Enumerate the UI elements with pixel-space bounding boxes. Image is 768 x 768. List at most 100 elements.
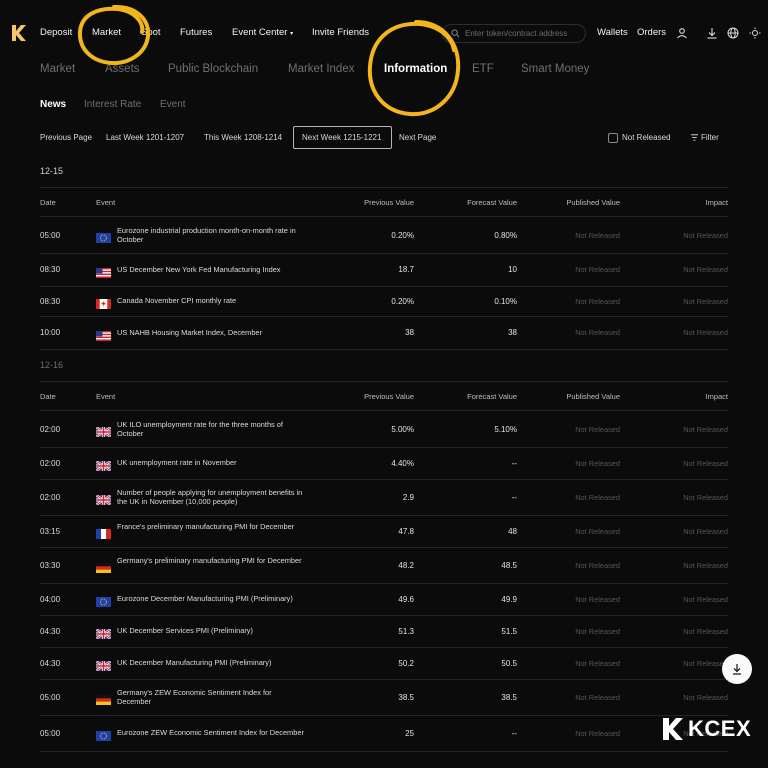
header-published-value: Published Value bbox=[566, 392, 620, 401]
forecast-value: 0.10% bbox=[494, 296, 517, 306]
event-time: 04:30 bbox=[40, 626, 61, 636]
header-impact: Impact bbox=[705, 392, 728, 401]
nav-market[interactable]: Market bbox=[92, 27, 121, 38]
uk-flag-icon bbox=[95, 658, 112, 672]
event-name[interactable]: UK ILO unemployment rate for the three m… bbox=[117, 420, 307, 439]
uk-flag-icon bbox=[95, 492, 112, 506]
event-time: 02:00 bbox=[40, 458, 61, 468]
previous-value: 0.20% bbox=[391, 296, 414, 306]
forecast-value: -- bbox=[511, 458, 517, 468]
header-event: Event bbox=[96, 392, 116, 401]
row-divider bbox=[40, 751, 728, 752]
previous-value: 50.2 bbox=[398, 658, 414, 668]
event-time: 05:00 bbox=[40, 728, 61, 738]
nav-wallets[interactable]: Wallets bbox=[597, 27, 628, 38]
filter-icon[interactable] bbox=[690, 133, 699, 142]
nav-invite-friends[interactable]: Invite Friends bbox=[312, 27, 369, 38]
header-impact: Impact bbox=[705, 198, 728, 207]
kcex-logo-icon[interactable] bbox=[11, 24, 27, 42]
not-released-checkbox[interactable] bbox=[608, 133, 618, 143]
row-divider bbox=[40, 615, 728, 616]
subtab-public-blockchain[interactable]: Public Blockchain bbox=[168, 63, 258, 75]
nav-orders[interactable]: Orders bbox=[637, 27, 666, 38]
event-name[interactable]: UK unemployment rate in November bbox=[117, 458, 307, 468]
user-icon[interactable] bbox=[676, 27, 688, 39]
row-divider bbox=[40, 715, 728, 716]
germany-flag-icon bbox=[96, 692, 111, 705]
next-week-button[interactable]: Next Week 1215-1221 bbox=[302, 133, 381, 142]
header-forecast-value: Forecast Value bbox=[467, 198, 517, 207]
event-name[interactable]: France's preliminary manufacturing PMI f… bbox=[117, 522, 307, 532]
subtab-assets[interactable]: Assets bbox=[105, 63, 140, 75]
impact-value: Not Released bbox=[683, 692, 728, 702]
eu-flag-icon bbox=[96, 728, 111, 741]
event-time: 08:30 bbox=[40, 296, 61, 306]
header-published-value: Published Value bbox=[566, 198, 620, 207]
impact-value: Not Released bbox=[683, 492, 728, 502]
us-flag-icon bbox=[96, 265, 111, 278]
impact-value: Not Released bbox=[683, 560, 728, 570]
published-value: Not Released bbox=[575, 458, 620, 468]
row-divider bbox=[40, 547, 728, 548]
impact-value: Not Released bbox=[683, 526, 728, 536]
event-name[interactable]: Eurozone industrial production month-on-… bbox=[117, 226, 307, 245]
france-flag-icon bbox=[96, 526, 111, 539]
event-name[interactable]: Eurozone December Manufacturing PMI (Pre… bbox=[117, 594, 307, 604]
theme-icon[interactable] bbox=[749, 27, 761, 39]
row-divider bbox=[40, 286, 728, 287]
date-group-label: 12-16 bbox=[40, 360, 64, 370]
top-navigation: Deposit Market Spot Futures Event Center… bbox=[0, 0, 768, 66]
forecast-value: -- bbox=[511, 492, 517, 502]
globe-icon[interactable] bbox=[727, 27, 739, 39]
forecast-value: 51.5 bbox=[501, 626, 517, 636]
event-name[interactable]: Eurozone ZEW Economic Sentiment Index fo… bbox=[117, 728, 307, 738]
search-icon bbox=[451, 29, 460, 38]
canada-flag-icon bbox=[96, 296, 111, 309]
subtab-smart-money[interactable]: Smart Money bbox=[521, 63, 589, 75]
previous-page-button[interactable]: Previous Page bbox=[40, 133, 92, 142]
tab-news[interactable]: News bbox=[40, 99, 66, 110]
impact-value: Not Released bbox=[683, 328, 728, 338]
published-value: Not Released bbox=[575, 526, 620, 536]
last-week-button[interactable]: Last Week 1201-1207 bbox=[106, 133, 184, 142]
event-name[interactable]: UK December Services PMI (Preliminary) bbox=[117, 626, 307, 636]
download-icon[interactable] bbox=[706, 27, 718, 39]
impact-value: Not Released bbox=[683, 230, 728, 240]
tab-event[interactable]: Event bbox=[160, 99, 186, 110]
row-divider bbox=[40, 447, 728, 448]
nav-spot[interactable]: Spot bbox=[141, 27, 161, 38]
event-name[interactable]: Germany's ZEW Economic Sentiment Index f… bbox=[117, 688, 307, 707]
published-value: Not Released bbox=[575, 728, 620, 738]
event-name[interactable]: Germany's preliminary manufacturing PMI … bbox=[117, 556, 307, 566]
previous-value: 47.8 bbox=[398, 526, 414, 536]
tab-interest-rate[interactable]: Interest Rate bbox=[84, 99, 141, 110]
event-name[interactable]: UK December Manufacturing PMI (Prelimina… bbox=[117, 658, 307, 668]
header-previous-value: Previous Value bbox=[364, 198, 414, 207]
published-value: Not Released bbox=[575, 560, 620, 570]
nav-deposit[interactable]: Deposit bbox=[40, 27, 72, 38]
previous-value: 51.3 bbox=[398, 626, 414, 636]
forecast-value: 5.10% bbox=[494, 424, 517, 434]
event-time: 04:00 bbox=[40, 594, 61, 604]
download-float-button[interactable] bbox=[722, 654, 752, 684]
this-week-button[interactable]: This Week 1208-1214 bbox=[204, 133, 282, 142]
filter-button[interactable]: Filter bbox=[701, 133, 719, 142]
event-name[interactable]: US NAHB Housing Market Index, December bbox=[117, 328, 307, 338]
download-icon bbox=[733, 664, 741, 675]
not-released-label: Not Released bbox=[622, 133, 671, 142]
impact-value: Not Released bbox=[683, 296, 728, 306]
subtab-market[interactable]: Market bbox=[40, 63, 75, 75]
search-input[interactable] bbox=[465, 29, 585, 38]
event-name[interactable]: Number of people applying for unemployme… bbox=[117, 488, 307, 507]
event-name[interactable]: US December New York Fed Manufacturing I… bbox=[117, 265, 307, 275]
nav-futures[interactable]: Futures bbox=[180, 27, 212, 38]
event-time: 05:00 bbox=[40, 230, 61, 240]
subtab-information[interactable]: Information bbox=[384, 63, 447, 75]
next-page-button[interactable]: Next Page bbox=[399, 133, 436, 142]
subtab-etf[interactable]: ETF bbox=[472, 63, 494, 75]
event-name[interactable]: Canada November CPI monthly rate bbox=[117, 296, 307, 306]
subtab-market-index[interactable]: Market Index bbox=[288, 63, 354, 75]
previous-value: 48.2 bbox=[398, 560, 414, 570]
nav-event-center[interactable]: Event Center ▾ bbox=[232, 27, 293, 38]
search-box[interactable] bbox=[442, 24, 586, 43]
